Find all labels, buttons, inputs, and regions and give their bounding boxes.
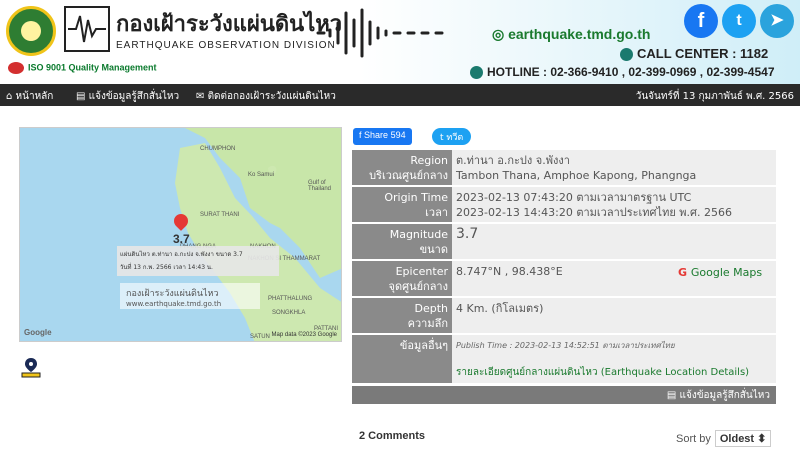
mail-icon: ✉ [196, 91, 208, 102]
magnitude-row: Magnitude ขนาด 3.7 [352, 224, 776, 261]
google-icon: G [678, 266, 691, 279]
map-label: Ko Samui [248, 172, 275, 178]
facebook-icon[interactable]: f [684, 4, 718, 38]
seismic-wave-graphic-icon [316, 8, 444, 58]
site-url-link[interactable]: ◎ earthquake.tmd.go.th [492, 26, 650, 43]
phone-icon [620, 48, 633, 62]
google-logo: Google [24, 328, 52, 337]
origin-time-local: 2023-02-13 14:43:20 ตามเวลาประเทศไทย พ.ศ… [456, 206, 732, 219]
call-center[interactable]: CALL CENTER : 1182 [620, 46, 768, 62]
epicenter-value: 8.747°N , 98.438°E [456, 265, 563, 278]
sort-select[interactable]: Oldest ⬍ [714, 430, 772, 447]
region-english: Tambon Thana, Amphoe Kapong, Phangnga [456, 169, 697, 182]
iso-icon [8, 62, 24, 74]
origin-time-label: Origin Time เวลา [352, 187, 452, 222]
epicenter-map[interactable]: CHUMPHON Ko Samui SURAT THANI Gulf of Th… [19, 127, 342, 342]
epicenter-label: Epicenter จุดศูนย์กลาง [352, 261, 452, 296]
tmd-logo[interactable] [6, 6, 56, 56]
map-label: Gulf of Thailand [308, 180, 332, 192]
report-felt-button[interactable]: ▤ แจ้งข้อมูลรู้สึกสั่นไหว [352, 386, 776, 404]
tweet-button[interactable]: t ทวีต [432, 128, 472, 145]
iso-badge: ISO 9001 Quality Management [8, 62, 157, 74]
other-info-label: ข้อมูลอื่นๆ [352, 335, 452, 383]
region-row: Region บริเวณศูนย์กลาง ต.ท่านา อ.กะปง จ.… [352, 150, 776, 187]
other-info-row: ข้อมูลอื่นๆ Publish Time : 2023-02-13 14… [352, 335, 776, 385]
document-icon: ▤ [666, 390, 680, 401]
main-nav: ⌂ หน้าหลัก ▤ แจ้งข้อมูลรู้สึกสั่นไหว ✉ ต… [0, 84, 800, 106]
twitter-icon[interactable]: t [722, 4, 756, 38]
map-label: SURAT THANI [200, 212, 240, 218]
watermark-url: www.earthquake.tmd.go.th [126, 300, 222, 308]
depth-label: Depth ความลึก [352, 298, 452, 333]
site-header: ISO 9001 Quality Management กองเฝ้าระวัง… [0, 0, 800, 84]
hotline[interactable]: HOTLINE : 02-366-9410 , 02-399-0969 , 02… [470, 65, 775, 80]
telegram-icon[interactable]: ➤ [760, 4, 794, 38]
google-maps-link[interactable]: G Google Maps [678, 265, 762, 280]
seismograph-logo-icon [64, 6, 110, 52]
epicenter-row: Epicenter จุดศูนย์กลาง 8.747°N , 98.438°… [352, 261, 776, 298]
map-magnitude-marker: 3.7 [173, 232, 190, 246]
popup-line-1: แผ่นดินไหว ต.ท่านา อ.กะปง จ.พังงา ขนาด 3… [120, 251, 243, 258]
page: ISO 9001 Quality Management กองเฝ้าระวัง… [0, 0, 800, 450]
division-title-thai: กองเฝ้าระวังแผ่นดินไหว [116, 12, 343, 37]
home-icon: ⌂ [6, 91, 16, 102]
origin-time-row: Origin Time เวลา 2023-02-13 07:43:20 ตาม… [352, 187, 776, 224]
site-logo-icon: ◎ [492, 26, 509, 42]
magnitude-value: 3.7 [452, 224, 776, 259]
map-label: SATUN [250, 334, 270, 340]
depth-value: 4 Km. (กิโลเมตร) [452, 298, 776, 333]
popup-line-2: วันที่ 13 ก.พ. 2566 เวลา 14:43 น. [120, 264, 213, 271]
watermark-title: กองเฝ้าระวังแผ่นดินไหว [126, 289, 219, 299]
earthquake-details-table: Region บริเวณศูนย์กลาง ต.ท่านา อ.กะปง จ.… [352, 150, 776, 385]
map-label: CHUMPHON [200, 146, 236, 152]
magnitude-label: Magnitude ขนาด [352, 224, 452, 259]
nav-report[interactable]: ▤ แจ้งข้อมูลรู้สึกสั่นไหว [76, 89, 179, 104]
publish-time: Publish Time : 2023-02-13 14:52:51 ตามเว… [456, 341, 675, 350]
map-location-icon[interactable] [20, 356, 42, 378]
origin-time-utc: 2023-02-13 07:43:20 ตามเวลามาตรฐาน UTC [456, 191, 692, 204]
current-date: วันจันทร์ที่ 13 กุมภาพันธ์ พ.ศ. 2566 [635, 91, 794, 102]
map-label: PHATTHALUNG [268, 296, 313, 302]
map-info-popup: แผ่นดินไหว ต.ท่านา อ.กะปง จ.พังงา ขนาด 3… [117, 246, 279, 276]
nav-contact[interactable]: ✉ ติดต่อกองเฝ้าระวังแผ่นดินไหว [196, 89, 336, 104]
nav-home[interactable]: ⌂ หน้าหลัก [6, 89, 53, 104]
region-thai: ต.ท่านา อ.กะปง จ.พังงา [456, 154, 570, 167]
phone-icon [470, 66, 483, 80]
map-attribution[interactable]: Map data ©2023 Google [272, 332, 337, 338]
comments-count: 2 Comments [359, 430, 426, 442]
division-title-english: EARTHQUAKE OBSERVATION DIVISION [116, 40, 336, 51]
location-details-link[interactable]: รายละเอียดศูนย์กลางแผ่นดินไหว (Earthquak… [456, 365, 772, 380]
depth-row: Depth ความลึก 4 Km. (กิโลเมตร) [352, 298, 776, 335]
region-label: Region บริเวณศูนย์กลาง [352, 150, 452, 185]
document-icon: ▤ [76, 91, 89, 102]
map-watermark: กองเฝ้าระวังแผ่นดินไหว www.earthquake.tm… [120, 283, 260, 309]
iso-text: ISO 9001 Quality Management [28, 62, 157, 73]
facebook-share-button[interactable]: f Share 594 [353, 128, 412, 145]
map-label: SONGKHLA [272, 310, 306, 316]
sort-control: Sort by Oldest ⬍ [676, 430, 772, 447]
